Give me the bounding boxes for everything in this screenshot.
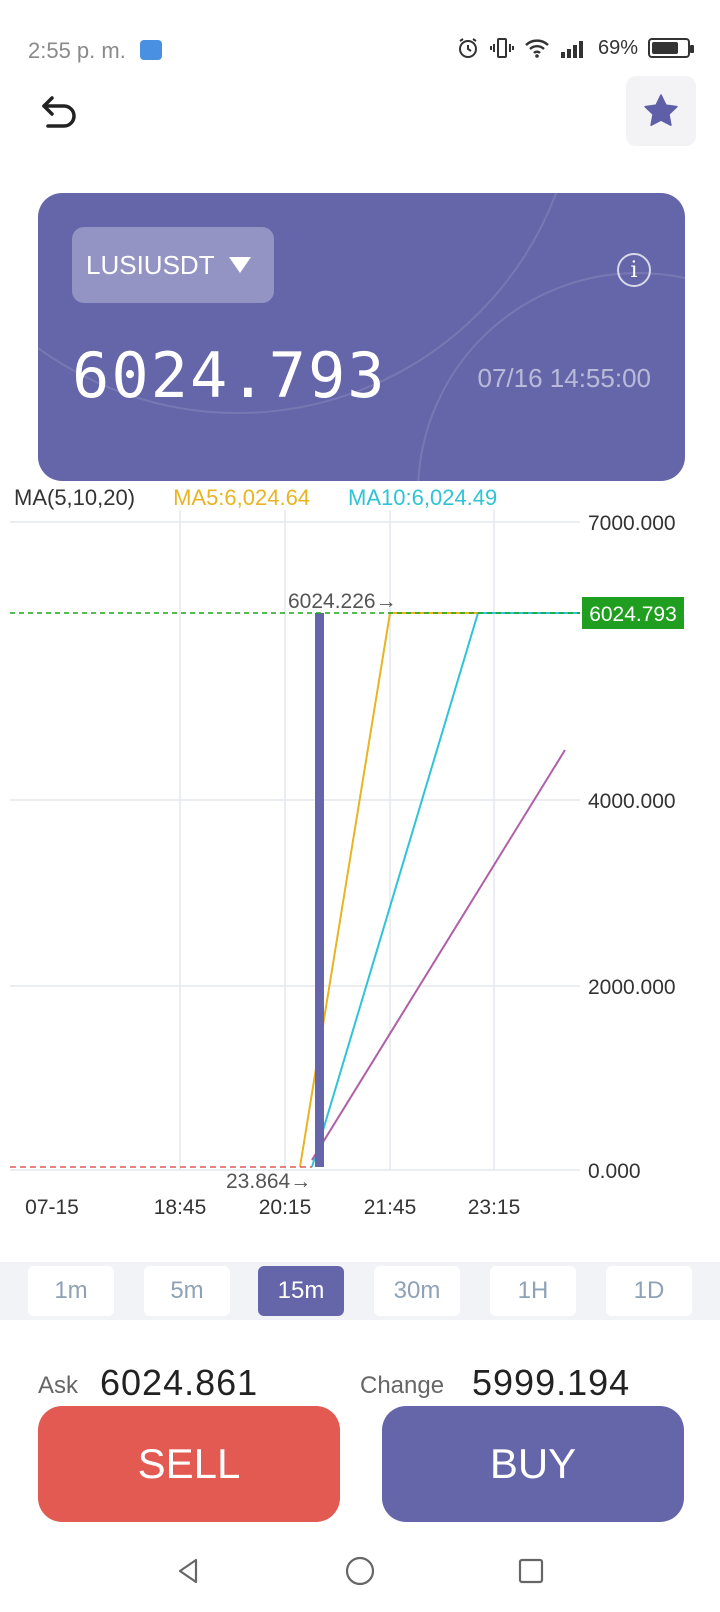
ma5-value: MA5:6,024.64 (173, 485, 311, 510)
status-time: 2:55 p. m. (28, 38, 126, 63)
stats-row: Ask 6024.861 Change 5999.194 (0, 1358, 720, 1402)
candle-bar (315, 613, 324, 1167)
ma5-line (299, 612, 580, 1168)
timeframe-15m[interactable]: 15m (258, 1266, 344, 1316)
back-arrow-icon (42, 96, 76, 128)
back-button[interactable] (36, 88, 84, 136)
y-tick-label: 7000.000 (588, 512, 676, 535)
timeframe-selector: 1m 5m 15m 30m 1H 1D (0, 1262, 720, 1320)
ask-value: 6024.861 (100, 1362, 259, 1402)
ma10-line (311, 612, 580, 1168)
ma10-value: MA10:6,024.49 (348, 485, 498, 510)
info-icon[interactable]: i (617, 253, 651, 287)
current-price-label: 6024.793 (589, 603, 677, 626)
y-tick-label: 4000.000 (588, 790, 676, 813)
ma20-line (311, 749, 566, 1161)
change-value: 5999.194 (472, 1362, 631, 1402)
favorite-button[interactable] (626, 76, 696, 146)
high-marker: 6024.226→ (288, 590, 397, 613)
back-nav-icon[interactable] (174, 1556, 204, 1586)
status-icons: 69% (456, 36, 694, 60)
change-label: Change (360, 1372, 445, 1399)
timeframe-1d[interactable]: 1D (606, 1266, 692, 1316)
timeframe-5m[interactable]: 5m (144, 1266, 230, 1316)
ask-label: Ask (38, 1372, 79, 1399)
ma-lines (299, 612, 580, 1168)
signal-icon (560, 41, 583, 58)
dropdown-caret-icon (228, 257, 251, 273)
x-tick-label: 23:15 (468, 1196, 521, 1219)
home-nav-icon[interactable] (344, 1555, 376, 1587)
timeframe-1h[interactable]: 1H (490, 1266, 576, 1316)
battery-percent: 69% (597, 36, 638, 59)
ma-config-label: MA(5,10,20) (14, 485, 136, 510)
timeframe-1m[interactable]: 1m (28, 1266, 114, 1316)
star-icon (644, 94, 678, 126)
timeframe-30m[interactable]: 30m (374, 1266, 460, 1316)
price-chart[interactable]: 7000.000 4000.000 2000.000 0.000 07-15 18:45 2… (0, 510, 720, 1250)
wifi-icon (525, 39, 549, 58)
x-tick-label: 07-15 (25, 1196, 79, 1219)
x-tick-label: 20:15 (259, 1196, 312, 1219)
alarm-icon (458, 38, 477, 58)
voicemail-icon (140, 40, 162, 60)
system-nav-bar (0, 1530, 720, 1612)
ticker-card: LUSIUSDT i 6024.793 07/16 14:55:00 (38, 193, 685, 481)
x-tick-label: 18:45 (154, 1196, 207, 1219)
y-tick-label: 2000.000 (588, 976, 676, 999)
candles (315, 613, 324, 1167)
y-tick-label: 0.000 (588, 1160, 641, 1183)
low-marker: 23.864→ (226, 1170, 311, 1193)
status-bar: 2:55 p. m. 69% (0, 0, 720, 100)
current-price: 6024.793 (72, 339, 387, 412)
price-timestamp: 07/16 14:55:00 (477, 363, 652, 393)
chart-labels: 7000.000 4000.000 2000.000 0.000 07-15 18:45 2… (10, 512, 684, 1219)
vibrate-icon (489, 38, 514, 58)
ma-indicators: MA(5,10,20) MA5:6,024.64 MA10:6,024.49 (14, 485, 497, 511)
recents-nav-icon[interactable] (516, 1556, 546, 1586)
x-tick-label: 21:45 (364, 1196, 417, 1219)
symbol-label: LUSIUSDT (86, 249, 215, 280)
symbol-selector[interactable]: LUSIUSDT (72, 227, 274, 303)
sell-button[interactable]: SELL (38, 1406, 340, 1522)
battery-icon (648, 38, 694, 58)
buy-button[interactable]: BUY (382, 1406, 684, 1522)
